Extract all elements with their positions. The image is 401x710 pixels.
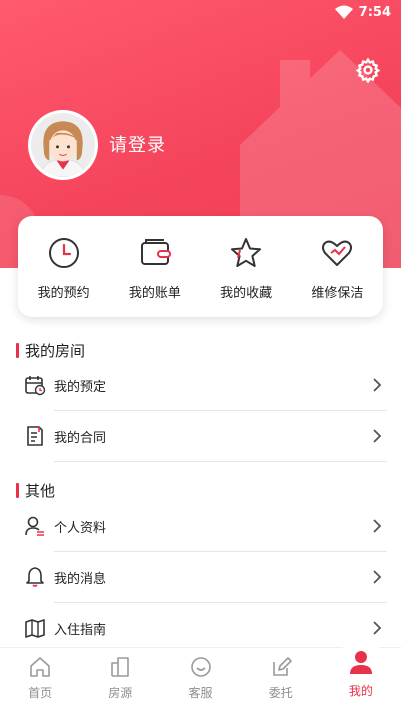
- tab-label: 首页: [28, 686, 53, 700]
- status-bar: 7:54: [334, 0, 391, 24]
- bottom-tab-bar: 首页 房源 客服 委托 我的: [0, 638, 401, 710]
- quick-action-label: 我的账单: [128, 286, 181, 301]
- chevron-right-icon: [373, 621, 382, 635]
- quick-action-label: 我的预约: [37, 286, 90, 301]
- tab-listings[interactable]: 房源: [80, 648, 160, 710]
- chevron-right-icon: [373, 519, 382, 533]
- status-time: 7:54: [358, 4, 391, 20]
- list-item-label: 我的消息: [54, 571, 107, 587]
- map-icon: [25, 619, 45, 638]
- list-item-label: 我的合同: [54, 430, 107, 446]
- quick-action-label: 维修保洁: [311, 286, 364, 301]
- tab-label: 委托: [268, 686, 293, 700]
- list-item-contracts[interactable]: 我的合同: [24, 411, 386, 461]
- bell-icon: [26, 567, 44, 587]
- home-icon: [30, 657, 50, 677]
- tab-label: 我的: [348, 684, 373, 698]
- settings-gear-icon[interactable]: [355, 57, 381, 83]
- section-accent-bar: [16, 343, 19, 358]
- list-item-label: 入住指南: [54, 622, 107, 638]
- tab-home[interactable]: 首页: [0, 648, 80, 710]
- service-icon: [190, 657, 211, 677]
- section-title-my-room: 我的房间: [16, 340, 85, 361]
- section-title-text: 其他: [25, 482, 56, 500]
- list-item-checkin-guide[interactable]: 入住指南: [24, 603, 386, 653]
- list-item-label: 我的预定: [54, 379, 107, 395]
- wifi-icon: [334, 5, 353, 19]
- chevron-right-icon: [373, 429, 382, 443]
- list-item-personal-info[interactable]: 个人资料: [24, 501, 386, 551]
- tab-label: 房源: [108, 686, 133, 700]
- section-title-other: 其他: [16, 480, 55, 501]
- list-item-reservations[interactable]: 我的预定: [24, 360, 386, 410]
- section-title-text: 我的房间: [25, 342, 86, 360]
- section-accent-bar: [16, 483, 19, 498]
- building-icon: [111, 657, 130, 677]
- tab-entrust[interactable]: 委托: [241, 648, 321, 710]
- chevron-right-icon: [373, 570, 382, 584]
- profile-icon: [349, 651, 372, 674]
- chevron-right-icon: [373, 378, 382, 392]
- quick-actions-card: 我的预约 我的账单 我的收藏 维修保洁: [18, 216, 383, 317]
- quick-action-label: 我的收藏: [220, 286, 273, 301]
- quick-action-appointments[interactable]: 我的预约: [18, 216, 109, 317]
- tab-mine[interactable]: 我的: [321, 638, 401, 710]
- avatar[interactable]: [28, 110, 98, 180]
- tab-label: 客服: [188, 686, 213, 700]
- clock-icon: [48, 238, 79, 268]
- wallet-icon: [140, 239, 171, 265]
- list-item-label: 个人资料: [54, 520, 107, 536]
- quick-action-bills[interactable]: 我的账单: [109, 216, 200, 317]
- star-icon: [231, 238, 262, 267]
- user-icon: [25, 516, 44, 536]
- quick-action-favorites[interactable]: 我的收藏: [201, 216, 292, 317]
- edit-icon: [272, 657, 292, 676]
- user-avatar-illustration-icon: [31, 113, 95, 177]
- heart-icon: [322, 240, 353, 266]
- list-item-messages[interactable]: 我的消息: [24, 552, 386, 602]
- login-link[interactable]: 请登录: [109, 131, 166, 157]
- contract-icon: [27, 426, 43, 446]
- tab-customer-service[interactable]: 客服: [160, 648, 240, 710]
- divider: [54, 461, 387, 462]
- quick-action-repair-cleaning[interactable]: 维修保洁: [292, 216, 383, 317]
- calendar-icon: [25, 376, 46, 396]
